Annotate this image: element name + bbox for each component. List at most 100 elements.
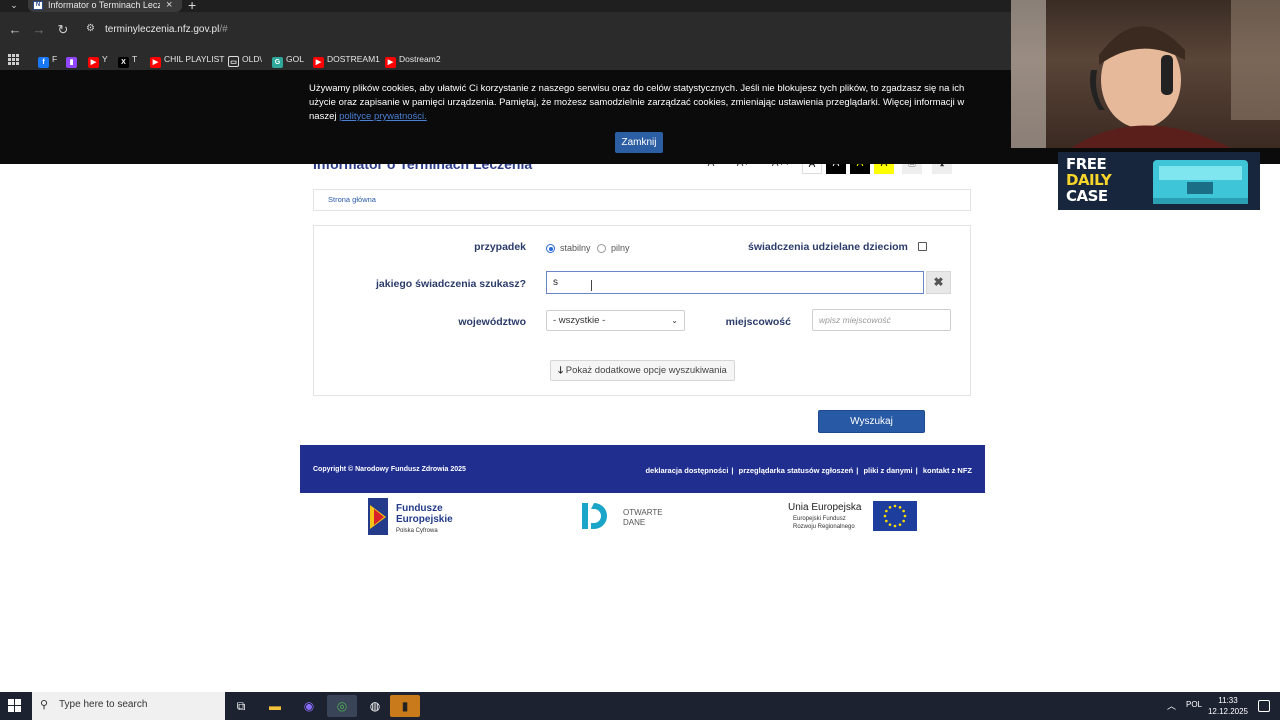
eu-star bbox=[885, 509, 888, 513]
bookmark-label: OLD\ bbox=[242, 54, 262, 64]
case-urgent-radio[interactable] bbox=[597, 244, 606, 253]
fe-title-1: Fundusze bbox=[396, 503, 443, 514]
clock[interactable]: 11:33 12.12.2025 bbox=[1206, 695, 1250, 717]
site-info-icon[interactable]: ⚙ bbox=[86, 23, 98, 35]
chrome-icon[interactable]: ◎ bbox=[327, 695, 357, 717]
twitch-icon: ▮ bbox=[66, 57, 77, 68]
more-options-button[interactable]: 🡓 Pokaż dodatkowe opcje wyszukiwania bbox=[550, 360, 735, 381]
od-title-1: OTWARTE bbox=[623, 508, 663, 517]
obs-icon[interactable]: ◍ bbox=[360, 695, 390, 717]
voivodeship-label: województwo bbox=[458, 316, 526, 328]
active-tab[interactable]: N Informator o Terminach Leczenia × bbox=[28, 0, 182, 12]
eu-star bbox=[893, 504, 897, 508]
bookmark-item[interactable]: G GOL bbox=[272, 52, 304, 68]
breadcrumb-home-link[interactable]: Strona główna bbox=[328, 195, 376, 204]
search-form: przypadek stabilny pilny świadczenia udz… bbox=[313, 225, 971, 396]
promo-line-2: DAILY bbox=[1066, 171, 1112, 189]
unia-europejska-logo[interactable]: Unia Europejska Europejski Fundusz Rozwo… bbox=[788, 501, 917, 531]
new-tab-icon[interactable]: + bbox=[188, 0, 196, 12]
game-app-icon[interactable]: ▮ bbox=[390, 695, 420, 717]
taskbar-search-placeholder: Type here to search bbox=[59, 699, 148, 710]
bookmark-item[interactable]: ▶ CHIL PLAYLIST bbox=[150, 52, 225, 68]
gol-icon: G bbox=[272, 57, 283, 68]
webcam-figure bbox=[1011, 0, 1280, 148]
footer-link-status-browser[interactable]: przeglądarka statusów zgłoszeń bbox=[739, 466, 854, 475]
children-checkbox[interactable] bbox=[918, 242, 927, 251]
youtube-icon: ▶ bbox=[150, 57, 161, 68]
bookmark-item[interactable]: ▶ DOSTREAM1 bbox=[313, 52, 380, 68]
eu-star bbox=[888, 506, 892, 509]
tray-chevron-up-icon[interactable]: ︿ bbox=[1167, 699, 1176, 712]
tab-search-chevron-icon[interactable]: ⌄ bbox=[4, 0, 24, 12]
x-icon: X bbox=[118, 57, 129, 68]
tab-title: Informator o Terminach Leczenia bbox=[48, 0, 160, 10]
notifications-icon[interactable] bbox=[1258, 700, 1270, 712]
otwarte-dane-logo[interactable]: OTWARTE DANE bbox=[582, 503, 663, 529]
file-explorer-icon[interactable]: ▬ bbox=[260, 695, 290, 717]
footer-link-data-files[interactable]: pliki z danymi bbox=[863, 466, 912, 475]
text-cursor bbox=[591, 280, 592, 291]
case-stable-radio[interactable] bbox=[546, 244, 555, 253]
clear-input-icon[interactable]: ✖ bbox=[926, 271, 951, 294]
forward-arrow-icon[interactable]: → bbox=[30, 21, 48, 39]
nfz-favicon-icon: N bbox=[33, 1, 43, 10]
back-arrow-icon[interactable]: ← bbox=[6, 21, 24, 39]
url-text[interactable]: terminyleczenia.nfz.gov.pl/# bbox=[105, 23, 228, 36]
bookmark-label: Dostream2 bbox=[399, 54, 441, 64]
bookmark-label: GOL bbox=[286, 54, 304, 64]
ue-sub-2: Rozwoju Regionalnego bbox=[793, 524, 855, 530]
footer-link-contact[interactable]: kontakt z NFZ bbox=[923, 466, 972, 475]
eu-star bbox=[883, 514, 887, 518]
eu-star bbox=[885, 519, 888, 523]
youtube-icon: ▶ bbox=[385, 57, 396, 68]
arrow-down-icon: 🡓 bbox=[558, 365, 564, 376]
search-button[interactable]: Wyszukaj bbox=[818, 410, 925, 433]
city-label: miejscowość bbox=[725, 316, 791, 328]
case-urgent-label[interactable]: pilny bbox=[611, 243, 630, 253]
more-options-label: Pokaż dodatkowe opcje wyszukiwania bbox=[565, 365, 727, 376]
bookmark-item[interactable]: ▶ Y bbox=[88, 52, 108, 68]
apps-grid-icon[interactable] bbox=[8, 54, 19, 65]
bookmark-item[interactable]: ▶ Dostream2 bbox=[385, 52, 441, 68]
bookmark-item[interactable]: ▭ OLD\ bbox=[228, 52, 262, 67]
fe-sub: Polska Cyfrowa bbox=[396, 528, 438, 534]
ue-sub-1: Europejski Fundusz bbox=[793, 516, 846, 522]
reload-icon[interactable]: ↻ bbox=[54, 21, 72, 39]
service-search-input[interactable]: s bbox=[546, 271, 924, 294]
case-label: przypadek bbox=[474, 241, 526, 253]
folder-icon: ▭ bbox=[228, 56, 239, 67]
city-input[interactable]: wpisz miejscowość bbox=[812, 309, 951, 331]
windows-start-icon[interactable] bbox=[8, 699, 22, 713]
site-footer: Copyright © Narodowy Fundusz Zdrowia 202… bbox=[300, 445, 985, 493]
address-bar[interactable]: ⚙ terminyleczenia.nfz.gov.pl/# bbox=[80, 18, 1010, 42]
cookie-close-button[interactable]: Zamknij bbox=[615, 132, 663, 153]
eu-star bbox=[902, 519, 905, 523]
windows-taskbar: ⚲ Type here to search ⧉ ▬ ◉ ◎ ◍ ▮ ︿ POL … bbox=[0, 692, 1280, 720]
bookmark-item[interactable]: XT bbox=[118, 52, 137, 68]
tab-close-icon[interactable]: × bbox=[166, 0, 172, 11]
footer-link-accessibility[interactable]: deklaracja dostępności bbox=[645, 466, 728, 475]
case-chest-icon bbox=[1153, 160, 1248, 204]
free-daily-case-promo: FREE DAILY CASE bbox=[1058, 152, 1260, 210]
children-label: świadczenia udzielane dzieciom bbox=[748, 241, 908, 253]
bookmark-label: F bbox=[52, 54, 58, 64]
bookmark-item[interactable]: fF bbox=[38, 52, 58, 68]
clock-date: 12.12.2025 bbox=[1207, 707, 1249, 716]
task-view-icon[interactable]: ⧉ bbox=[226, 695, 256, 717]
eu-star bbox=[898, 506, 902, 509]
eu-star bbox=[888, 523, 892, 526]
youtube-icon: ▶ bbox=[313, 57, 324, 68]
discord-icon[interactable]: ◉ bbox=[294, 695, 324, 717]
language-indicator[interactable]: POL bbox=[1186, 700, 1202, 709]
fundusze-europejskie-logo[interactable]: Fundusze Europejskie Polska Cyfrowa bbox=[368, 498, 453, 535]
ue-title: Unia Europejska bbox=[788, 502, 862, 513]
voivodeship-select[interactable]: - wszystkie - ⌄ bbox=[546, 310, 685, 331]
taskbar-search-box[interactable]: ⚲ Type here to search bbox=[32, 692, 225, 720]
bookmark-item[interactable]: ▮ bbox=[66, 52, 80, 68]
privacy-policy-link[interactable]: polityce prywatności. bbox=[339, 111, 427, 122]
case-stable-label[interactable]: stabilny bbox=[560, 243, 591, 253]
voivodeship-selected-value: - wszystkie - bbox=[553, 315, 606, 326]
clock-time: 11:33 bbox=[1218, 696, 1238, 705]
bookmark-label: CHIL PLAYLIST bbox=[164, 54, 225, 64]
url-path: /# bbox=[219, 24, 228, 35]
